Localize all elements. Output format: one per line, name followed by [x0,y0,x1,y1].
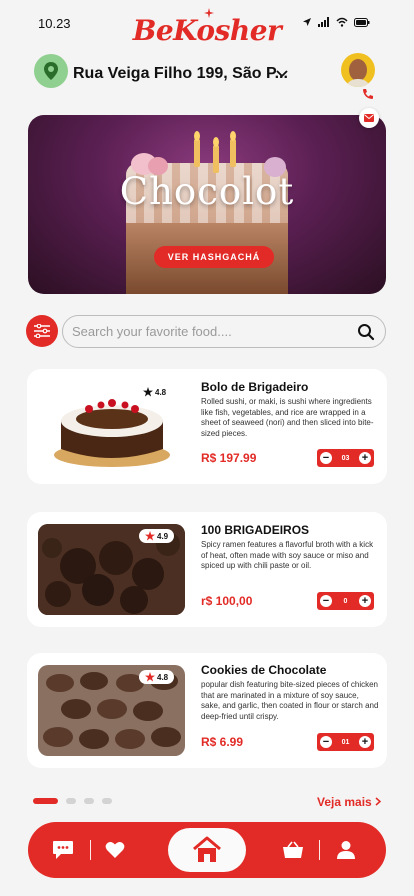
brand-logo: BeKosher [0,8,414,47]
chat-icon [53,841,73,859]
bottom-nav [28,822,386,878]
quantity-value: 01 [341,738,350,746]
product-card[interactable]: 4.9 100 BRIGADEIROS Spicy ramen features… [27,512,387,627]
rating-badge: 4.8 [139,670,175,684]
quantity-value: 03 [341,454,350,462]
map-pin-icon [44,62,58,80]
product-price: r$ 100,00 [201,594,253,608]
page-dot[interactable] [102,798,112,804]
home-icon [193,836,221,862]
increase-button[interactable]: + [359,595,371,607]
quantity-stepper: − 03 + [317,449,374,467]
star-icon [145,672,155,682]
star-icon [145,531,155,541]
ver-hashgacha-button[interactable]: VER HASHGACHÁ [154,246,274,268]
search-icon[interactable] [357,323,375,341]
product-card[interactable]: 4.8 Bolo de Brigadeiro Rolled sushi, or … [27,369,387,484]
banner-candle [194,139,200,167]
banner-title: Chocolot [119,170,295,213]
quantity-stepper: − 0 + [317,592,374,610]
delivery-address[interactable]: Rua Veiga Filho 199, São P... [73,65,288,83]
mail-icon [364,114,374,122]
quantity-value: 0 [343,597,348,605]
sliders-icon [34,324,50,338]
mail-button[interactable] [359,108,379,128]
see-more-label: Veja mais [317,795,372,809]
search-input[interactable] [72,316,342,347]
nav-chat[interactable] [48,822,78,878]
rating-value: 4.8 [155,387,167,397]
pagination-dots [33,798,112,804]
brand-name: BeKosher [132,14,282,47]
chevron-down-icon[interactable] [276,70,288,78]
filter-button[interactable] [26,315,58,347]
product-price: R$ 6.99 [201,735,244,749]
nav-profile[interactable] [331,822,361,878]
search-bar [62,315,386,348]
heart-icon [105,842,125,858]
see-more-link[interactable]: Veja mais [317,795,382,809]
phone-call-icon[interactable] [362,88,374,100]
product-title: Cookies de Chocolate [201,663,327,677]
rating-badge: 4.9 [139,529,175,543]
rating-value: 4.9 [157,531,169,541]
chevron-right-icon [375,797,382,806]
product-title: 100 BRIGADEIROS [201,523,310,537]
basket-icon [283,841,303,858]
avatar-face [349,59,367,81]
avatar-shirt [345,79,371,87]
sparkle-icon [204,8,214,18]
increase-button[interactable]: + [358,452,371,464]
location-pin-button[interactable] [34,54,68,88]
decrease-button[interactable]: − [320,736,332,748]
nav-favorites[interactable] [100,822,130,878]
banner-candle [230,139,236,167]
quantity-stepper: − 01 + [317,733,374,751]
decrease-button[interactable]: − [320,452,332,464]
page-dot[interactable] [66,798,76,804]
nav-divider [319,840,320,860]
product-price: R$ 197.99 [201,451,257,465]
banner-flame [194,131,200,141]
rating-badge: 4.8 [143,387,166,397]
product-title: Bolo de Brigadeiro [201,380,309,394]
product-card[interactable]: 4.8 Cookies de Chocolate popular dish fe… [27,653,387,768]
banner-title-wrap: Chocolot [0,170,414,213]
nav-home[interactable] [168,828,246,872]
product-description: Rolled sushi, or maki, is sushi where in… [201,397,374,438]
nav-divider [90,840,91,860]
decrease-button[interactable]: − [320,595,332,607]
banner-candle [213,145,219,173]
user-icon [337,841,355,859]
increase-button[interactable]: + [358,736,371,748]
nav-basket[interactable] [278,822,308,878]
star-icon [143,387,153,397]
banner-flame [213,137,219,147]
banner-flame [230,131,236,141]
page-dot[interactable] [84,798,94,804]
product-description: Spicy ramen features a flavorful broth w… [201,540,374,570]
rating-value: 4.8 [157,672,169,682]
page-dot-active[interactable] [33,798,58,804]
product-description: popular dish featuring bite-sized pieces… [201,680,379,721]
avatar[interactable] [341,53,375,87]
